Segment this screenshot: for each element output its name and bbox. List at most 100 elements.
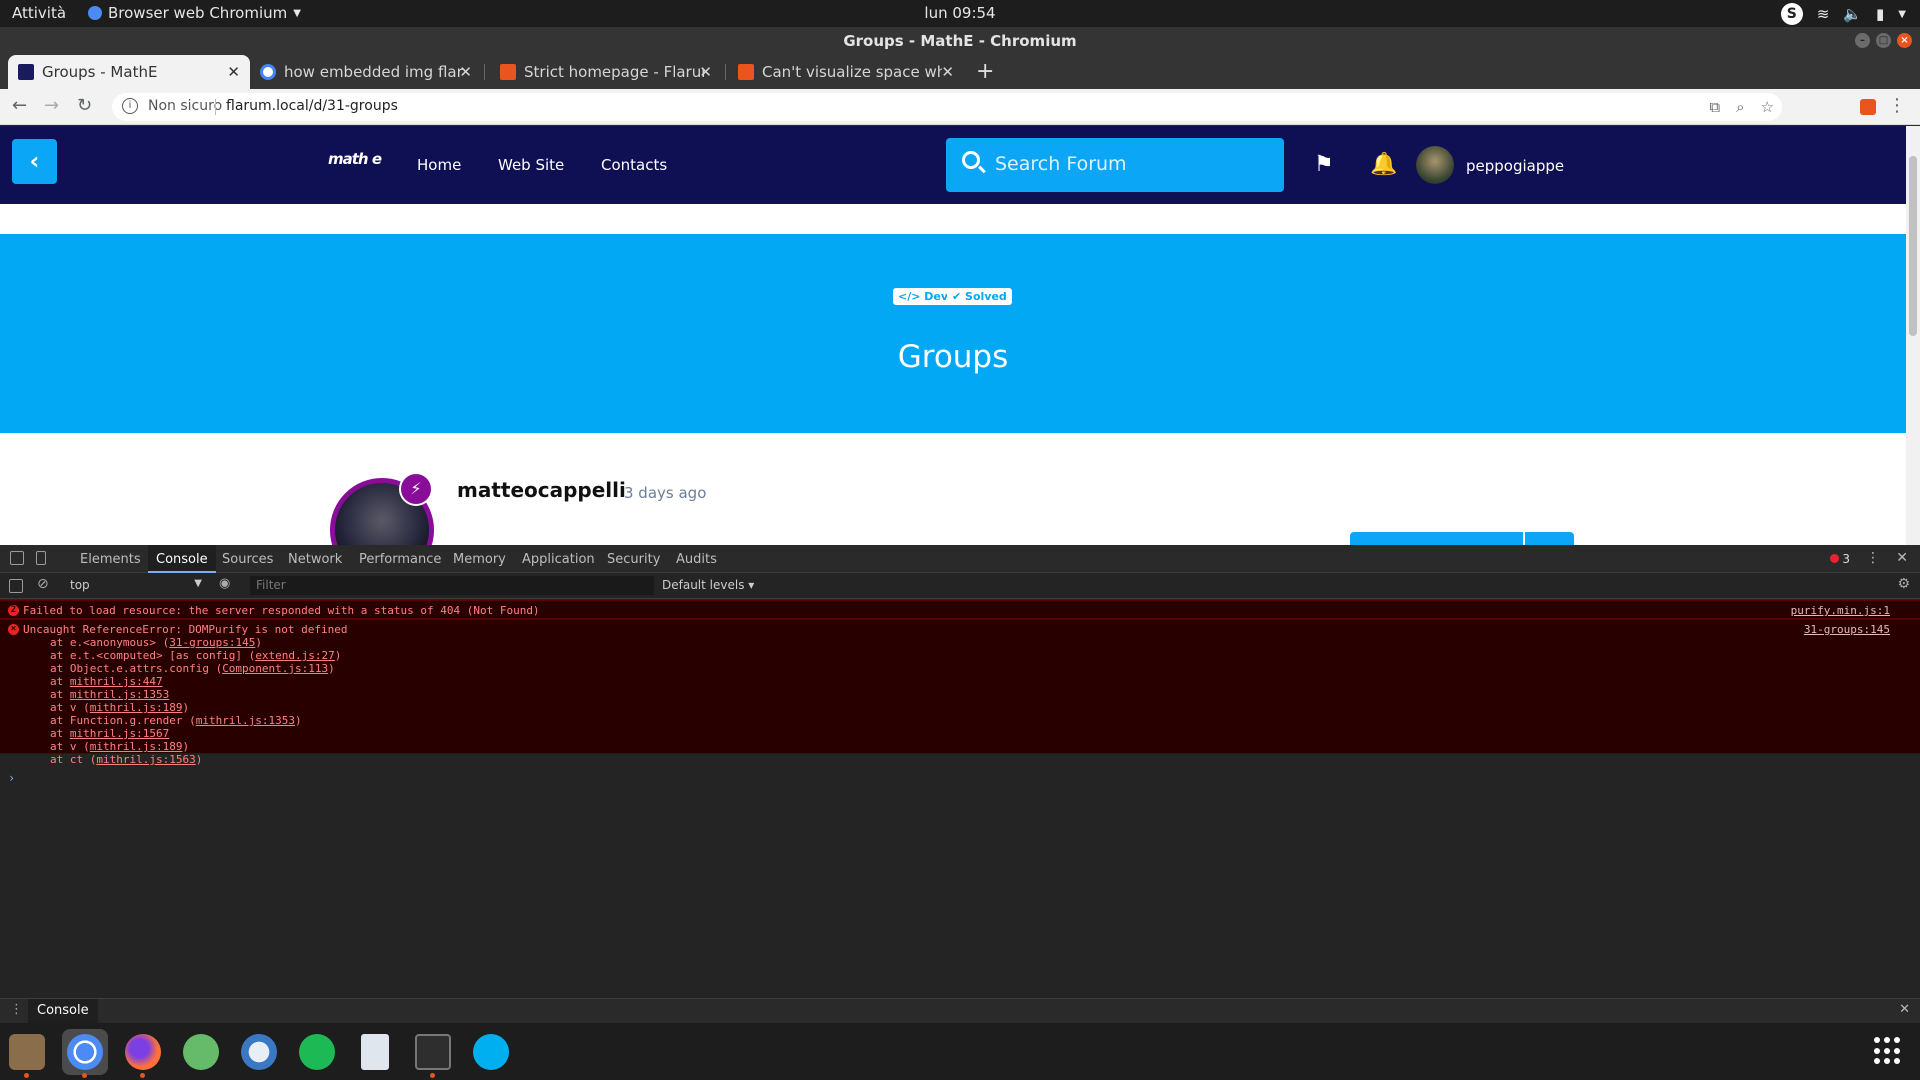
maximize-button[interactable]: □ (1876, 33, 1891, 48)
error-source-link[interactable]: purify.min.js:1 (1791, 604, 1890, 617)
stack-frame-link[interactable]: mithril.js:1563 (96, 753, 195, 766)
console-prompt-icon[interactable]: › (8, 771, 15, 785)
stack-frame-link[interactable]: 31-groups:145 (169, 636, 255, 649)
drawer-tab-console[interactable]: Console (28, 999, 98, 1024)
clock[interactable]: lun 09:54 (924, 4, 995, 22)
devtools-tab-console[interactable]: Console (148, 545, 216, 573)
stack-frame-link[interactable]: mithril.js:447 (70, 675, 163, 688)
inspect-element-icon[interactable] (10, 551, 24, 565)
nav-web-site[interactable]: Web Site (498, 156, 564, 174)
battery-icon: ▮ (1876, 5, 1885, 23)
devtools-menu-icon[interactable]: ⋮ (1866, 550, 1880, 566)
stack-frame-link[interactable]: extend.js:27 (255, 649, 334, 662)
lightning-badge-icon: ⚡ (399, 472, 433, 506)
username-link[interactable]: peppogiappe (1466, 157, 1564, 175)
stack-frame-link[interactable]: mithril.js:1567 (70, 727, 169, 740)
devtools-tab-audits[interactable]: Audits (676, 552, 717, 567)
system-tray[interactable]: S ≋ 🔈 ▮ ▼ (1780, 3, 1906, 25)
post-time[interactable]: 3 days ago (624, 484, 706, 502)
console-error-404[interactable]: 2 Failed to load resource: the server re… (0, 600, 1920, 619)
notification-bell-icon[interactable]: 🔔 (1370, 152, 1397, 177)
extension-icon[interactable] (1860, 99, 1876, 115)
dock-files[interactable] (4, 1029, 50, 1078)
new-tab-button[interactable]: + (976, 59, 994, 84)
scrollbar-thumb[interactable] (1909, 156, 1917, 336)
dock-firefox[interactable] (120, 1029, 166, 1078)
bookmark-star-icon[interactable]: ☆ (1761, 98, 1774, 116)
tab-groups-mathe[interactable]: Groups - MathE ✕ (8, 55, 250, 89)
close-tab-icon[interactable]: ✕ (941, 63, 954, 81)
drawer-menu-icon[interactable]: ⋮ (10, 1002, 23, 1017)
close-window-button[interactable]: × (1897, 33, 1912, 48)
activities-button[interactable]: Attività (12, 4, 66, 22)
devtools-tab-elements[interactable]: Elements (80, 552, 141, 567)
translate-icon[interactable]: ⧉ (1709, 98, 1720, 116)
url-text[interactable]: flarum.local/d/31-groups (226, 98, 398, 114)
stack-frame-link[interactable]: Component.js:113 (222, 662, 328, 675)
log-levels-select[interactable]: Default levels ▾ (662, 578, 754, 592)
browser-menu-icon[interactable]: ⋮ (1888, 95, 1906, 116)
stack-frame-link[interactable]: mithril.js:189 (90, 740, 183, 753)
device-toolbar-icon[interactable] (36, 551, 46, 565)
dock-atom[interactable] (178, 1029, 224, 1075)
user-avatar[interactable] (1416, 146, 1454, 184)
dock-spotify[interactable] (294, 1029, 340, 1075)
stack-frame-link[interactable]: mithril.js:1353 (196, 714, 295, 727)
back-button[interactable]: ‹ (12, 139, 57, 184)
forum-search-input[interactable]: Search Forum (946, 138, 1284, 192)
info-icon[interactable]: i (122, 98, 138, 114)
console-settings-gear-icon[interactable]: ⚙ (1897, 576, 1910, 592)
back-arrow-icon[interactable]: ← (12, 95, 27, 116)
dock-text-editor[interactable] (352, 1029, 398, 1075)
dock-chromium[interactable] (62, 1029, 108, 1078)
error-icon: 2 (8, 605, 19, 616)
tab-cant-visualize-space[interactable]: Can't visualize space whe ✕ (728, 55, 964, 89)
error-count-badge[interactable]: 3 (1830, 552, 1850, 566)
devtools-tab-application[interactable]: Application (522, 552, 595, 567)
close-tab-icon[interactable]: ✕ (699, 63, 712, 81)
context-select[interactable]: top ▼ (70, 578, 202, 592)
stack-frame-link[interactable]: mithril.js:189 (90, 701, 183, 714)
devtools-tab-performance[interactable]: Performance (359, 552, 441, 567)
forum-logo[interactable]: math e (328, 150, 382, 168)
page-scrollbar[interactable] (1906, 126, 1920, 545)
devtools-tab-security[interactable]: Security (607, 552, 660, 567)
nav-contacts[interactable]: Contacts (601, 156, 667, 174)
close-tab-icon[interactable]: ✕ (227, 63, 240, 81)
security-label[interactable]: Non sicuro (148, 98, 222, 114)
minimize-button[interactable]: – (1855, 33, 1870, 48)
chevron-down-icon: ▼ (1898, 8, 1906, 20)
nav-home[interactable]: Home (417, 156, 461, 174)
close-devtools-icon[interactable]: ✕ (1896, 550, 1908, 566)
console-error-dompurify[interactable]: × Uncaught ReferenceError: DOMPurify is … (0, 619, 1920, 766)
reply-button[interactable] (1350, 532, 1574, 545)
dock-skype[interactable] (468, 1029, 514, 1075)
flag-icon[interactable]: ⚑ (1314, 152, 1334, 177)
dock-terminal[interactable] (410, 1029, 456, 1078)
app-menu[interactable]: Browser web Chromium ▼ (88, 4, 301, 22)
tab-google-search[interactable]: how embedded img flarum ✕ (250, 55, 482, 89)
tag-dev[interactable]: </> Dev (893, 288, 954, 305)
forum-header: ‹ math e Home Web Site Contacts Search F… (0, 126, 1906, 204)
stack-frame-link[interactable]: mithril.js:1353 (70, 688, 169, 701)
post-author-name[interactable]: matteocappelli (457, 478, 626, 502)
tab-strict-homepage[interactable]: Strict homepage - Flarum ✕ (490, 55, 722, 89)
clear-console-icon[interactable]: ⊘ (37, 576, 49, 592)
close-drawer-icon[interactable]: ✕ (1899, 1002, 1910, 1017)
eye-icon[interactable]: ◉ (219, 576, 230, 591)
devtools-tab-sources[interactable]: Sources (222, 552, 273, 567)
dock-thunderbird[interactable] (236, 1029, 282, 1075)
close-tab-icon[interactable]: ✕ (459, 63, 472, 81)
forward-arrow-icon[interactable]: → (44, 95, 59, 116)
zoom-icon[interactable]: ⌕ (1736, 98, 1744, 116)
error-source-link[interactable]: 31-groups:145 (1804, 623, 1890, 636)
reload-icon[interactable]: ↻ (77, 95, 92, 116)
skype-tray-icon[interactable]: S (1780, 3, 1803, 25)
address-bar[interactable]: i Non sicuro flarum.local/d/31-groups ⧉ … (112, 93, 1782, 121)
tag-solved[interactable]: ✔ Solved (947, 288, 1012, 305)
console-filter-input[interactable]: Filter (250, 576, 654, 595)
devtools-tab-network[interactable]: Network (288, 552, 342, 567)
sidebar-toggle-icon[interactable] (9, 579, 23, 593)
show-applications-icon[interactable] (1874, 1037, 1902, 1065)
devtools-tab-memory[interactable]: Memory (453, 552, 506, 567)
